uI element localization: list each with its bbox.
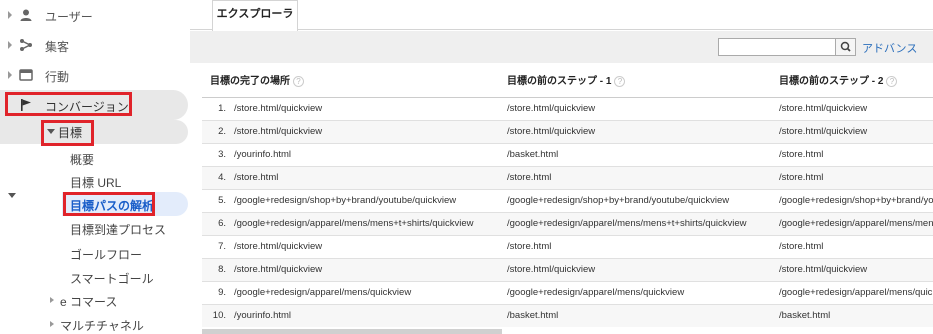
cell-goal-completion-location[interactable]: 4./store.html — [202, 165, 499, 189]
sidebar-item-overview[interactable]: 概要 — [70, 151, 94, 168]
search-icon — [840, 41, 851, 52]
table-header-row: 目標の完了の場所? 目標の前のステップ - 1? 目標の前のステップ - 2? — [202, 63, 933, 98]
table-toolbar: アドバンス — [190, 31, 933, 63]
sidebar-item-label: 集客 — [45, 40, 70, 54]
collapse-caret-icon — [8, 193, 16, 198]
cell-goal-completion-location[interactable]: 9./google+redesign/apparel/mens/quickvie… — [202, 280, 499, 304]
help-icon[interactable]: ? — [293, 76, 304, 88]
sidebar-item-goal-url[interactable]: 目標 URL — [70, 174, 121, 191]
horizontal-scrollbar[interactable] — [202, 329, 502, 334]
sidebar-item-ecommerce[interactable]: e コマース — [60, 293, 117, 310]
user-icon — [19, 8, 33, 22]
cell-previous-step-2[interactable]: /store.html/quickview — [771, 119, 933, 143]
search-input[interactable] — [718, 38, 836, 56]
highlight-box-goals — [41, 120, 94, 146]
table-row: 6./google+redesign/apparel/mens/mens+t+s… — [202, 211, 933, 235]
sidebar-item-behavior[interactable]: 行動 — [0, 60, 190, 90]
cell-previous-step-1[interactable]: /store.html/quickview — [499, 119, 771, 143]
cell-previous-step-2[interactable]: /store.html/quickview — [771, 257, 933, 281]
search-button[interactable] — [836, 38, 856, 56]
table-row: 10./yourinfo.html /basket.html /basket.h… — [202, 303, 933, 327]
table-row: 7./store.html/quickview /store.html /sto… — [202, 234, 933, 258]
table-row: 1./store.html/quickview /store.html/quic… — [202, 96, 933, 120]
expand-caret-icon — [50, 321, 54, 327]
data-table: 目標の完了の場所? 目標の前のステップ - 1? 目標の前のステップ - 2? … — [202, 63, 933, 327]
expand-caret-icon — [8, 41, 12, 49]
cell-previous-step-2[interactable]: /store.html — [771, 165, 933, 189]
cell-previous-step-1[interactable]: /store.html/quickview — [499, 96, 771, 120]
cell-goal-completion-location[interactable]: 2./store.html/quickview — [202, 119, 499, 143]
behavior-icon — [19, 68, 33, 82]
cell-goal-completion-location[interactable]: 6./google+redesign/apparel/mens/mens+t+s… — [202, 211, 499, 235]
column-header-previous-step-1[interactable]: 目標の前のステップ - 1? — [499, 63, 771, 98]
highlight-box-conversion — [5, 92, 132, 116]
expand-caret-icon — [8, 11, 12, 19]
table-row: 3./yourinfo.html /basket.html /store.htm… — [202, 142, 933, 166]
cell-goal-completion-location[interactable]: 3./yourinfo.html — [202, 142, 499, 166]
cell-goal-completion-location[interactable]: 7./store.html/quickview — [202, 234, 499, 258]
cell-previous-step-1[interactable]: /google+redesign/shop+by+brand/youtube/q… — [499, 188, 771, 212]
sidebar-item-goal-flow[interactable]: ゴールフロー — [70, 246, 142, 263]
acquisition-icon — [19, 38, 33, 52]
sidebar-item-funnel[interactable]: 目標到達プロセス — [70, 221, 166, 238]
tab-strip: エクスプローラ — [190, 0, 933, 31]
cell-previous-step-1[interactable]: /basket.html — [499, 142, 771, 166]
cell-previous-step-1[interactable]: /basket.html — [499, 303, 771, 327]
cell-previous-step-2[interactable]: /google+redesign/apparel/mens/quickview — [771, 280, 933, 304]
column-header-previous-step-2[interactable]: 目標の前のステップ - 2? — [771, 63, 933, 98]
cell-previous-step-1[interactable]: /store.html — [499, 234, 771, 258]
cell-goal-completion-location[interactable]: 1./store.html/quickview — [202, 96, 499, 120]
cell-previous-step-1[interactable]: /google+redesign/apparel/mens/mens+t+shi… — [499, 211, 771, 235]
cell-previous-step-2[interactable]: /store.html — [771, 142, 933, 166]
main-content: エクスプローラ アドバンス 目標の完了の場所? 目標の前のステップ - 1? 目… — [190, 0, 933, 334]
cell-goal-completion-location[interactable]: 8./store.html/quickview — [202, 257, 499, 281]
sidebar-item-goals-bg — [0, 120, 188, 144]
sidebar-item-users[interactable]: ユーザー — [0, 0, 190, 30]
expand-caret-icon — [50, 297, 54, 303]
cell-previous-step-1[interactable]: /store.html/quickview — [499, 257, 771, 281]
table-row: 2./store.html/quickview /store.html/quic… — [202, 119, 933, 143]
cell-previous-step-1[interactable]: /store.html — [499, 165, 771, 189]
sidebar-item-multichannel[interactable]: マルチチャネル — [60, 317, 144, 334]
cell-goal-completion-location[interactable]: 5./google+redesign/shop+by+brand/youtube… — [202, 188, 499, 212]
table-row: 8./store.html/quickview /store.html/quic… — [202, 257, 933, 281]
table-row: 9./google+redesign/apparel/mens/quickvie… — [202, 280, 933, 304]
cell-previous-step-2[interactable]: /store.html/quickview — [771, 96, 933, 120]
cell-previous-step-2[interactable]: /google+redesign/shop+by+brand/youtube/q… — [771, 188, 933, 212]
highlight-box-reverse-goal-path — [63, 192, 155, 216]
sidebar: ユーザー 集客 行動 コンバージョン 目標 概要 目標 URL 目標パスの解析 … — [0, 0, 190, 334]
tab-explorer[interactable]: エクスプローラ — [212, 0, 298, 31]
column-header-goal-completion-location[interactable]: 目標の完了の場所? — [202, 63, 499, 98]
sidebar-item-acquisition[interactable]: 集客 — [0, 30, 190, 60]
advanced-link[interactable]: アドバンス — [862, 40, 917, 56]
help-icon[interactable]: ? — [614, 76, 626, 88]
table-row: 5./google+redesign/shop+by+brand/youtube… — [202, 188, 933, 212]
help-icon[interactable]: ? — [886, 76, 898, 88]
cell-previous-step-2[interactable]: /basket.html — [771, 303, 933, 327]
sidebar-item-label: ユーザー — [45, 10, 93, 24]
cell-previous-step-2[interactable]: /google+redesign/apparel/mens/mens+t+shi… — [771, 211, 933, 235]
expand-caret-icon — [8, 71, 12, 79]
sidebar-item-smart-goals[interactable]: スマートゴール — [70, 270, 154, 287]
cell-goal-completion-location[interactable]: 10./yourinfo.html — [202, 303, 499, 327]
cell-previous-step-1[interactable]: /google+redesign/apparel/mens/quickview — [499, 280, 771, 304]
cell-previous-step-2[interactable]: /store.html — [771, 234, 933, 258]
table-row: 4./store.html /store.html /store.html — [202, 165, 933, 189]
sidebar-item-label: 行動 — [45, 70, 70, 84]
